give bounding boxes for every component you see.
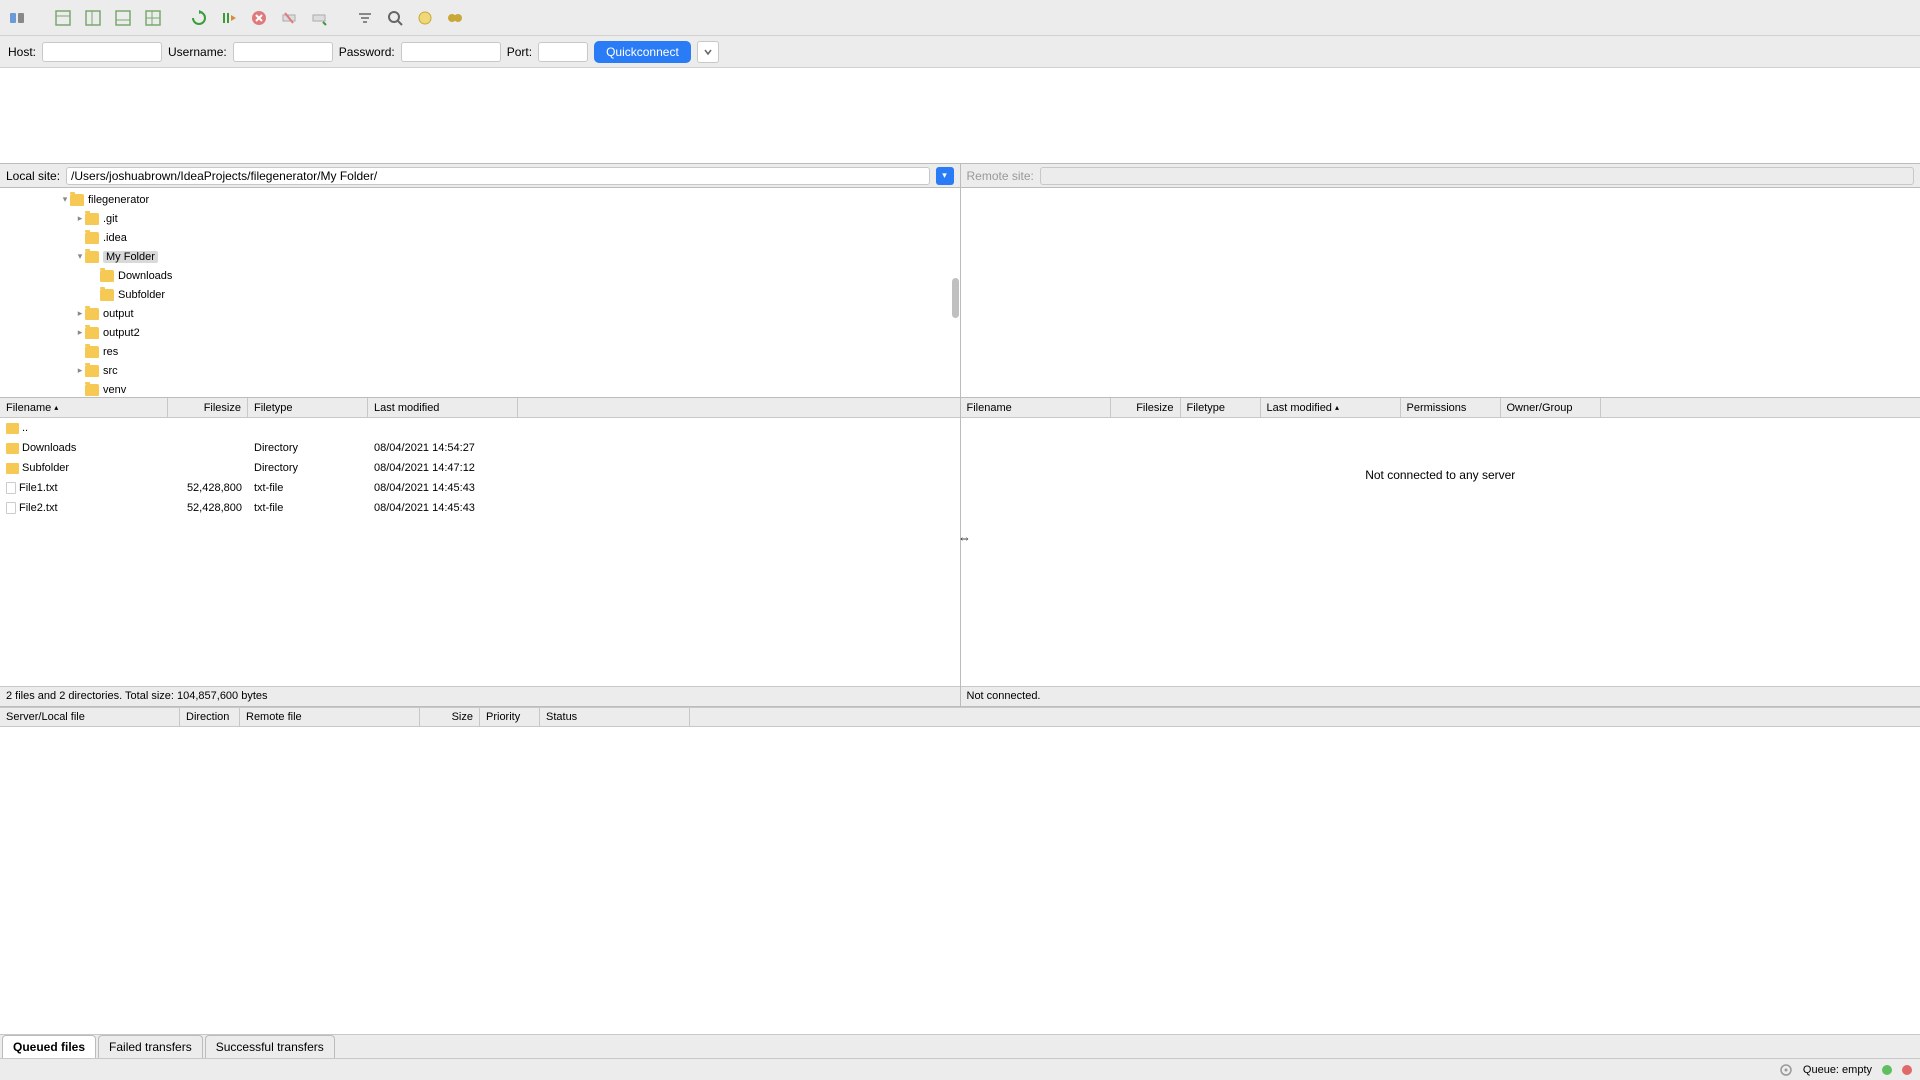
process-queue-icon[interactable] (216, 5, 242, 31)
local-files-body[interactable]: ..DownloadsDirectory08/04/2021 14:54:27S… (0, 418, 960, 686)
rcol-modified[interactable]: Last modified▴ (1261, 398, 1401, 417)
rcol-owner[interactable]: Owner/Group (1501, 398, 1601, 417)
tab-queued[interactable]: Queued files (2, 1035, 96, 1058)
reconnect-icon[interactable] (306, 5, 332, 31)
remote-site-input (1040, 167, 1914, 185)
local-tree[interactable]: ▾filegenerator▸.git.idea▾My FolderDownlo… (0, 188, 961, 397)
password-label: Password: (339, 45, 395, 59)
tree-item[interactable]: Subfolder (0, 285, 960, 304)
tree-item[interactable]: res (0, 342, 960, 361)
tab-failed[interactable]: Failed transfers (98, 1035, 203, 1058)
not-connected-message: Not connected to any server (961, 418, 1920, 482)
host-label: Host: (8, 45, 36, 59)
remote-list-header[interactable]: Filename Filesize Filetype Last modified… (961, 398, 1920, 418)
tcol-priority[interactable]: Priority (480, 708, 540, 726)
tree-item[interactable]: ▸.git (0, 209, 960, 228)
tab-success[interactable]: Successful transfers (205, 1035, 335, 1058)
list-item[interactable]: DownloadsDirectory08/04/2021 14:54:27 (0, 438, 960, 458)
username-input[interactable] (233, 42, 333, 62)
quickconnect-dropdown[interactable] (697, 41, 719, 63)
compare-icon[interactable] (412, 5, 438, 31)
status-dot-green (1882, 1065, 1892, 1075)
col-modified[interactable]: Last modified (368, 398, 518, 417)
local-site-label: Local site: (6, 169, 60, 183)
toggle-log-icon[interactable] (50, 5, 76, 31)
search-icon[interactable] (382, 5, 408, 31)
remote-site-label: Remote site: (967, 169, 1034, 183)
local-site-input[interactable] (66, 167, 929, 185)
tcol-size[interactable]: Size (420, 708, 480, 726)
toggle-tree-icon[interactable] (80, 5, 106, 31)
tcol-server[interactable]: Server/Local file (0, 708, 180, 726)
rcol-filename[interactable]: Filename (961, 398, 1111, 417)
username-label: Username: (168, 45, 227, 59)
local-site-dropdown[interactable]: ▾ (936, 167, 954, 185)
password-input[interactable] (401, 42, 501, 62)
tcol-status[interactable]: Status (540, 708, 690, 726)
list-item[interactable]: File1.txt52,428,800txt-file08/04/2021 14… (0, 478, 960, 498)
tree-item[interactable]: ▾filegenerator (0, 190, 960, 209)
queue-status: Queue: empty (1803, 1064, 1872, 1076)
status-indicator-icon (1779, 1063, 1793, 1077)
tree-item[interactable]: .idea (0, 228, 960, 247)
port-label: Port: (507, 45, 532, 59)
remote-tree (961, 188, 1920, 397)
sync-browse-icon[interactable] (442, 5, 468, 31)
transfer-queue-header[interactable]: Server/Local file Direction Remote file … (0, 707, 1920, 727)
rcol-permissions[interactable]: Permissions (1401, 398, 1501, 417)
local-status: 2 files and 2 directories. Total size: 1… (0, 686, 960, 706)
file-listings: Filename▴ Filesize Filetype Last modifie… (0, 398, 1920, 707)
col-filesize[interactable]: Filesize (168, 398, 248, 417)
site-path-row: Local site: ▾ Remote site: (0, 164, 1920, 188)
rcol-filesize[interactable]: Filesize (1111, 398, 1181, 417)
host-input[interactable] (42, 42, 162, 62)
site-manager-icon[interactable] (4, 5, 30, 31)
local-list-header[interactable]: Filename▴ Filesize Filetype Last modifie… (0, 398, 960, 418)
remote-file-list: Filename Filesize Filetype Last modified… (961, 398, 1920, 706)
tree-item[interactable]: ▾My Folder (0, 247, 960, 266)
col-filename[interactable]: Filename▴ (0, 398, 168, 417)
tree-item[interactable]: ▸output (0, 304, 960, 323)
toggle-all-icon[interactable] (140, 5, 166, 31)
remote-files-body: Not connected to any server (961, 418, 1920, 686)
remote-status: Not connected. (961, 686, 1920, 706)
list-item[interactable]: .. (0, 418, 960, 438)
tcol-direction[interactable]: Direction (180, 708, 240, 726)
main-toolbar (0, 0, 1920, 36)
directory-trees: ▾filegenerator▸.git.idea▾My FolderDownlo… (0, 188, 1920, 398)
port-input[interactable] (538, 42, 588, 62)
tree-item[interactable]: venv (0, 380, 960, 397)
filter-icon[interactable] (352, 5, 378, 31)
message-log[interactable] (0, 68, 1920, 164)
col-filetype[interactable]: Filetype (248, 398, 368, 417)
toggle-transfer-icon[interactable] (110, 5, 136, 31)
quickconnect-button[interactable]: Quickconnect (594, 41, 691, 63)
rcol-filetype[interactable]: Filetype (1181, 398, 1261, 417)
quickconnect-bar: Host: Username: Password: Port: Quickcon… (0, 36, 1920, 68)
cancel-icon[interactable] (246, 5, 272, 31)
refresh-icon[interactable] (186, 5, 212, 31)
status-bar: Queue: empty (0, 1058, 1920, 1080)
disconnect-icon[interactable] (276, 5, 302, 31)
queue-tabs: Queued files Failed transfers Successful… (0, 1034, 1920, 1058)
local-file-list: Filename▴ Filesize Filetype Last modifie… (0, 398, 961, 706)
tree-item[interactable]: ▸output2 (0, 323, 960, 342)
tree-item[interactable]: Downloads (0, 266, 960, 285)
list-item[interactable]: SubfolderDirectory08/04/2021 14:47:12 (0, 458, 960, 478)
transfer-queue-body[interactable] (0, 727, 1920, 1035)
tcol-remote[interactable]: Remote file (240, 708, 420, 726)
tree-item[interactable]: ▸src (0, 361, 960, 380)
status-dot-red (1902, 1065, 1912, 1075)
scrollbar-thumb[interactable] (952, 278, 959, 318)
list-item[interactable]: File2.txt52,428,800txt-file08/04/2021 14… (0, 498, 960, 518)
